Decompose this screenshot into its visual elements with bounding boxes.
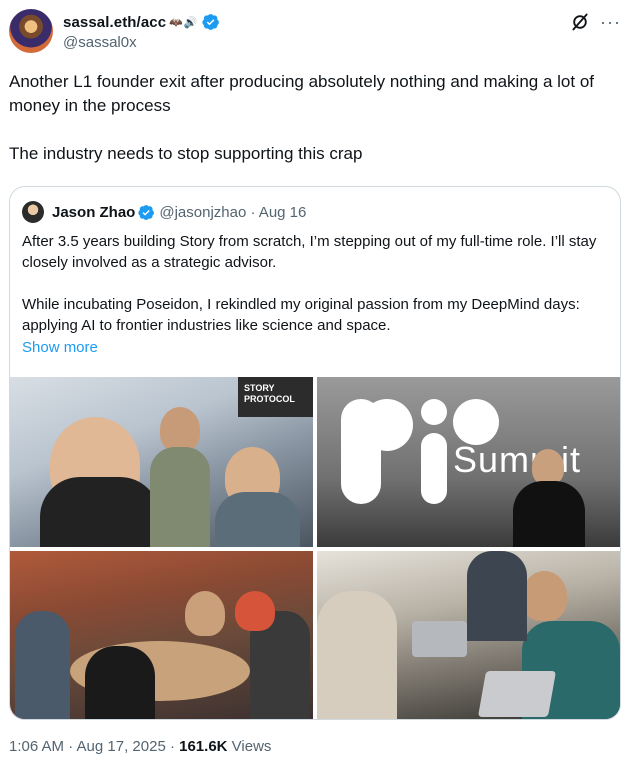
views-label: Views — [227, 738, 272, 755]
wall-sign: STORY PROTOCOL — [238, 377, 313, 417]
author-name-emoji: 🦇🔊 — [169, 16, 199, 29]
quoted-tweet-text: After 3.5 years building Story from scra… — [22, 231, 610, 357]
quoted-tweet-header: Jason Zhao @jasonjzhao · Aug 16 — [22, 201, 306, 223]
laptop — [412, 621, 467, 657]
tweet-paragraph: Another L1 founder exit after producing … — [9, 72, 594, 115]
verified-badge-icon — [201, 14, 219, 30]
views-count: 161.6K — [179, 738, 228, 755]
quoted-paragraph: While incubating Poseidon, I rekindled m… — [22, 296, 580, 334]
top-actions: ··· — [570, 12, 621, 32]
show-more-link[interactable]: Show more — [22, 339, 98, 356]
person-figure — [467, 551, 527, 641]
tweet-text: Another L1 founder exit after producing … — [9, 70, 621, 190]
photo-dinner-table[interactable] — [10, 551, 313, 719]
author-display-name[interactable]: sassal.eth/acc — [63, 14, 166, 31]
tweet-footer: 1:06 AM · Aug 17, 2025 · 161.6K Views — [9, 738, 271, 755]
person-figure — [522, 571, 567, 621]
grok-icon[interactable] — [570, 12, 590, 32]
quoted-author-avatar[interactable] — [22, 201, 44, 223]
logo-shape — [361, 399, 413, 451]
verified-badge-icon — [138, 204, 155, 220]
person-figure — [215, 492, 300, 547]
photo-laptops[interactable] — [317, 551, 620, 719]
person-figure — [185, 591, 225, 636]
quoted-author-name[interactable]: Jason Zhao — [52, 204, 135, 221]
author-avatar[interactable] — [9, 9, 53, 53]
person-figure — [317, 591, 397, 719]
quoted-author-meta[interactable]: @jasonjzhao · Aug 16 — [159, 204, 306, 221]
speaker-figure — [532, 449, 564, 485]
person-figure — [150, 447, 210, 547]
more-options-icon[interactable]: ··· — [600, 12, 621, 32]
person-figure — [85, 646, 155, 719]
author-handle[interactable]: @sassal0x — [63, 34, 137, 51]
laptop — [477, 671, 557, 717]
person-figure — [160, 407, 200, 452]
person-figure — [40, 477, 160, 547]
quoted-tweet-card[interactable]: Jason Zhao @jasonjzhao · Aug 16 After 3.… — [9, 186, 621, 720]
photo-summit-stage[interactable]: Summit — [317, 377, 620, 547]
photo-team-office[interactable]: STORY PROTOCOL — [10, 377, 313, 547]
logo-shape — [421, 433, 447, 504]
tweet-paragraph: The industry needs to stop supporting th… — [9, 144, 363, 163]
timestamp[interactable]: 1:06 AM · Aug 17, 2025 · — [9, 738, 179, 755]
author-name-row: sassal.eth/acc 🦇🔊 — [63, 11, 220, 33]
person-figure — [235, 591, 275, 631]
wall-sign-text: STORY PROTOCOL — [244, 383, 295, 404]
logo-shape — [421, 399, 447, 425]
person-figure — [15, 611, 70, 719]
media-grid: STORY PROTOCOL Summit — [10, 377, 620, 719]
quoted-paragraph: After 3.5 years building Story from scra… — [22, 233, 597, 271]
speaker-figure — [513, 481, 585, 547]
